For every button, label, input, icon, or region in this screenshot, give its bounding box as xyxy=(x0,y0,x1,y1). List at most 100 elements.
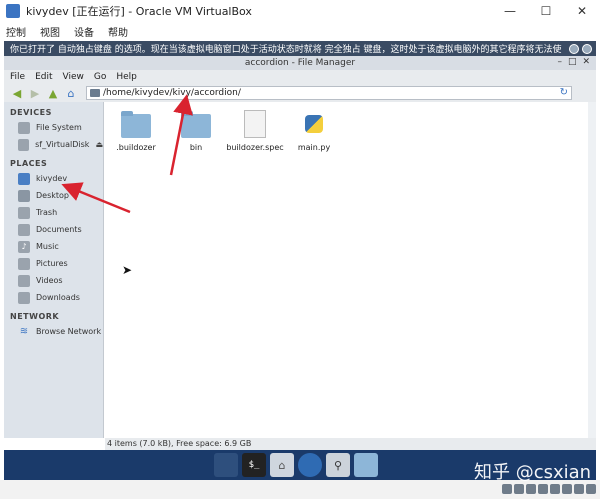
network-status-icon[interactable] xyxy=(538,484,548,494)
fm-menu-help[interactable]: Help xyxy=(116,72,137,82)
notice-close-icon[interactable] xyxy=(582,43,592,54)
file-label: main.py xyxy=(297,143,331,152)
fm-close-icon[interactable]: ✕ xyxy=(582,57,590,67)
fm-window-title: accordion - File Manager xyxy=(244,58,356,68)
vertical-scrollbar[interactable] xyxy=(588,102,596,438)
file-item-bin-folder[interactable]: bin xyxy=(165,110,227,152)
refresh-icon[interactable]: ↻ xyxy=(560,87,568,99)
sidebar-item-label: Music xyxy=(36,242,59,251)
sidebar-item-trash[interactable]: Trash xyxy=(4,204,103,221)
home-folder-icon[interactable]: ⌂ xyxy=(270,453,294,477)
sidebar-item-label: Downloads xyxy=(36,293,80,302)
sidebar-item-desktop[interactable]: Desktop xyxy=(4,187,103,204)
sidebar-item-label: Trash xyxy=(36,208,58,217)
fm-sidebar: DEVICES File System sf_VirtualDisk ⏏ PLA… xyxy=(4,102,104,438)
devices-header: DEVICES xyxy=(10,108,52,117)
file-label: .buildozer xyxy=(116,143,156,152)
terminal-icon[interactable]: $_ xyxy=(242,453,266,477)
videos-icon xyxy=(18,274,30,287)
hdd-status-icon[interactable] xyxy=(502,484,512,494)
network-header: NETWORK xyxy=(10,312,60,321)
sidebar-item-documents[interactable]: Documents xyxy=(4,221,103,238)
keyboard-capture-icon[interactable] xyxy=(586,484,596,494)
file-item-main-py[interactable]: main.py xyxy=(283,110,345,152)
fm-titlebar: accordion - File Manager – □ ✕ xyxy=(4,56,596,70)
vbox-titlebar: kivydev [正在运行] - Oracle VM VirtualBox — … xyxy=(0,0,600,22)
sidebar-item-kivydev[interactable]: kivydev xyxy=(4,170,103,187)
fm-menubar: File Edit View Go Help xyxy=(4,70,596,84)
sidebar-item-label: kivydev xyxy=(36,174,68,183)
fm-menu-view[interactable]: View xyxy=(63,72,84,82)
fm-maximize-icon[interactable]: □ xyxy=(568,57,577,67)
virtualbox-logo-icon xyxy=(6,4,20,18)
search-icon[interactable]: ⚲ xyxy=(326,453,350,477)
vbox-menubar: 控制 视图 设备 帮助 xyxy=(0,22,600,40)
sidebar-item-label: Pictures xyxy=(36,259,68,268)
close-button[interactable]: ✕ xyxy=(564,0,600,22)
fm-minimize-icon[interactable]: – xyxy=(557,57,562,67)
trash-icon xyxy=(18,206,30,219)
optical-status-icon[interactable] xyxy=(514,484,524,494)
file-item-buildozer-folder[interactable]: .buildozer xyxy=(105,110,167,152)
menu-devices[interactable]: 设备 xyxy=(74,24,94,39)
sidebar-item-music[interactable]: ♪ Music xyxy=(4,238,103,255)
sidebar-item-label: Videos xyxy=(36,276,63,285)
sidebar-item-label: Desktop xyxy=(36,191,69,200)
sidebar-item-pictures[interactable]: Pictures xyxy=(4,255,103,272)
file-view[interactable]: .buildozer bin buildozer.spec main.py xyxy=(105,102,596,438)
up-arrow-icon[interactable]: ▲ xyxy=(46,86,60,100)
eject-icon[interactable]: ⏏ xyxy=(95,140,103,149)
fm-toolbar: ◀ ▶ ▲ ⌂ /home/kivydev/kivy/accordion/ ↻ xyxy=(4,84,596,102)
sidebar-item-browse-network[interactable]: ≋ Browse Network xyxy=(4,323,103,340)
sidebar-item-label: File System xyxy=(36,123,82,132)
display-status-icon[interactable] xyxy=(574,484,584,494)
usb-status-icon[interactable] xyxy=(550,484,560,494)
watermark-text: 知乎 @csxian xyxy=(474,462,592,483)
places-header: PLACES xyxy=(10,159,48,168)
desktop-icon xyxy=(18,189,30,202)
sidebar-item-file-system[interactable]: File System xyxy=(4,119,103,136)
location-bar[interactable]: /home/kivydev/kivy/accordion/ ↻ xyxy=(86,86,572,100)
audio-status-icon[interactable] xyxy=(526,484,536,494)
python-file-icon xyxy=(303,110,325,138)
hard-drive-icon xyxy=(18,121,30,134)
sidebar-item-sf-virtualdisk[interactable]: sf_VirtualDisk ⏏ xyxy=(4,136,103,153)
menu-control[interactable]: 控制 xyxy=(6,24,26,39)
downloads-icon xyxy=(18,291,30,304)
location-path: /home/kivydev/kivy/accordion/ xyxy=(103,88,241,98)
home-icon[interactable]: ⌂ xyxy=(64,86,78,100)
file-label: buildozer.spec xyxy=(226,143,284,152)
folder-icon xyxy=(181,111,211,138)
sidebar-item-videos[interactable]: Videos xyxy=(4,272,103,289)
notice-info-icon[interactable] xyxy=(569,43,579,54)
disk-icon xyxy=(18,138,30,151)
minimize-button[interactable]: — xyxy=(492,0,528,22)
file-item-buildozer-spec[interactable]: buildozer.spec xyxy=(224,110,286,152)
keyboard-capture-notice: 你已打开了 自动独占键盘 的选项。现在当该虚拟电脑窗口处于活动状态时就将 完全独… xyxy=(4,41,596,56)
back-arrow-icon[interactable]: ◀ xyxy=(10,86,24,100)
fm-statusbar: 4 items (7.0 kB), Free space: 6.9 GB xyxy=(105,438,596,450)
menu-help[interactable]: 帮助 xyxy=(108,24,128,39)
vbox-window-title: kivydev [正在运行] - Oracle VM VirtualBox xyxy=(26,5,252,18)
forward-arrow-icon[interactable]: ▶ xyxy=(28,86,42,100)
home-folder-icon xyxy=(18,172,30,185)
folder-icon[interactable] xyxy=(354,453,378,477)
maximize-button[interactable]: ☐ xyxy=(528,0,564,22)
show-desktop-icon[interactable] xyxy=(214,453,238,477)
fm-menu-go[interactable]: Go xyxy=(94,72,106,82)
menu-view[interactable]: 视图 xyxy=(40,24,60,39)
sidebar-item-label: Browse Network xyxy=(36,327,102,336)
sidebar-item-label: Documents xyxy=(36,225,82,234)
web-browser-icon[interactable] xyxy=(298,453,322,477)
sidebar-item-downloads[interactable]: Downloads xyxy=(4,289,103,306)
fm-menu-edit[interactable]: Edit xyxy=(35,72,52,82)
sidebar-item-label: sf_VirtualDisk xyxy=(35,140,90,149)
window-controls: — ☐ ✕ xyxy=(492,0,600,22)
folder-icon xyxy=(121,111,151,138)
documents-icon xyxy=(18,223,30,236)
file-label: bin xyxy=(189,143,203,152)
shared-folder-status-icon[interactable] xyxy=(562,484,572,494)
network-icon: ≋ xyxy=(19,326,29,337)
fm-menu-file[interactable]: File xyxy=(10,72,25,82)
music-icon: ♪ xyxy=(18,240,30,253)
